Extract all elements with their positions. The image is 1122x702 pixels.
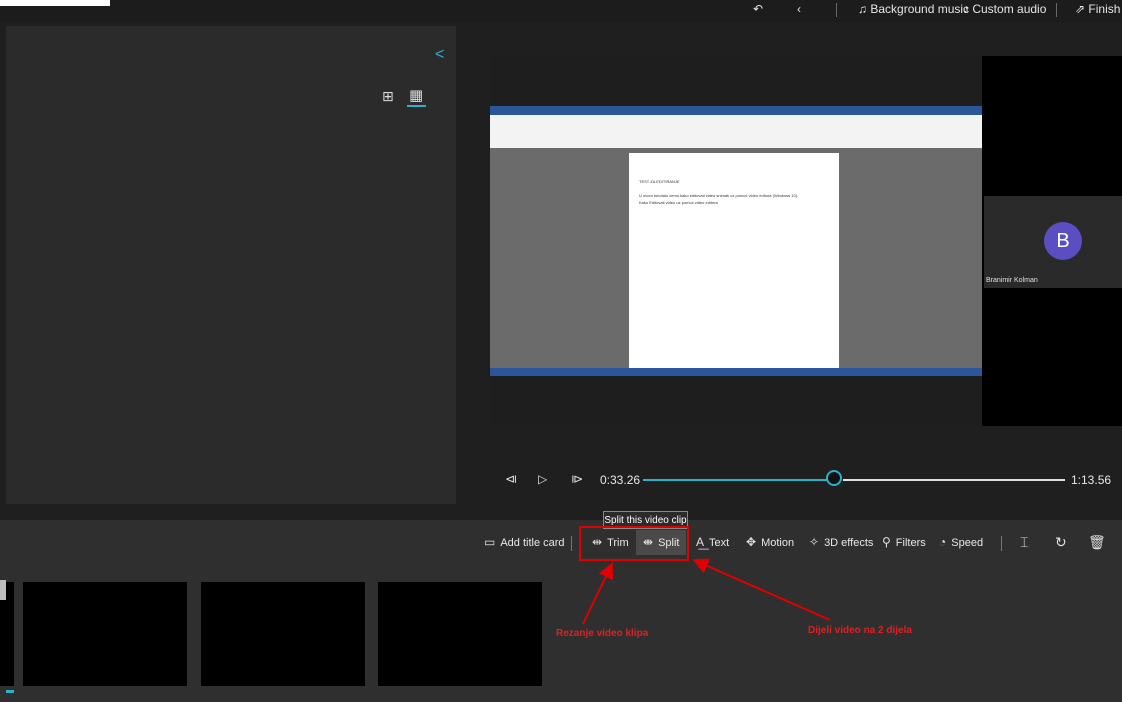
split-arrow (692, 558, 831, 621)
split-annotation: Dijeli video na 2 dijela (808, 625, 912, 636)
trim-annotation: Rezanje video klipa (556, 628, 649, 639)
trim-arrow (582, 562, 613, 625)
annotation-arrows (582, 558, 831, 625)
